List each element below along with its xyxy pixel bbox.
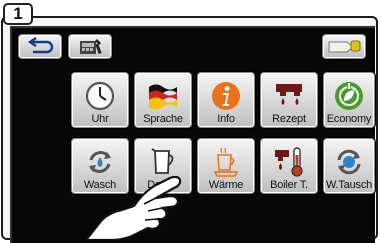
menu-tile-label: Boiler T. [270, 179, 308, 191]
menu-tile-sprache[interactable]: Sprache [134, 72, 192, 128]
clock-icon [85, 81, 115, 111]
power-leaf-icon [335, 82, 363, 110]
milk-jug-icon [151, 148, 174, 174]
return-arrow-icon [27, 37, 54, 54]
rinse-cycle-icon [89, 151, 111, 173]
card-key-icon [328, 40, 361, 53]
menu-tile-info[interactable]: Info [197, 72, 255, 128]
menu-tile-label: W.Tausch [325, 179, 373, 191]
machine-settings-icon [80, 39, 102, 55]
menu-tile-boiler[interactable]: Boiler T. [260, 138, 318, 194]
key-card-button[interactable] [322, 34, 366, 59]
menu-tile-label: Rezept [272, 113, 306, 125]
recipe-drops-icon [276, 84, 302, 105]
boiler-thermometer-icon [275, 147, 303, 177]
figure-number-badge: 1 [3, 3, 33, 25]
menu-tile-rezept[interactable]: Rezept [260, 72, 318, 128]
touch-screen: Uhr Sprache Info Rezept Economy Wasch Wä… [10, 26, 375, 243]
menu-tile-label: Sprache [143, 113, 183, 125]
back-button[interactable] [18, 34, 62, 59]
german-flag-icon [149, 84, 177, 110]
menu-tile-uhr[interactable]: Uhr [71, 72, 129, 128]
menu-tile-label: Wärme [208, 179, 244, 191]
menu-tile-label: Uhr [91, 113, 109, 125]
pointing-hand-icon [84, 176, 182, 240]
filter-exchange-icon [337, 149, 361, 175]
menu-tile-label: Economy [326, 113, 372, 125]
info-icon [212, 82, 240, 110]
menu-tile-label: Info [217, 113, 235, 125]
machine-settings-button[interactable] [68, 34, 112, 59]
cup-warmer-icon [213, 147, 239, 177]
menu-tile-wtausch[interactable]: W.Tausch [323, 138, 375, 194]
menu-tile-economy[interactable]: Economy [323, 72, 375, 128]
menu-tile-waerme[interactable]: Wärme [197, 138, 255, 194]
